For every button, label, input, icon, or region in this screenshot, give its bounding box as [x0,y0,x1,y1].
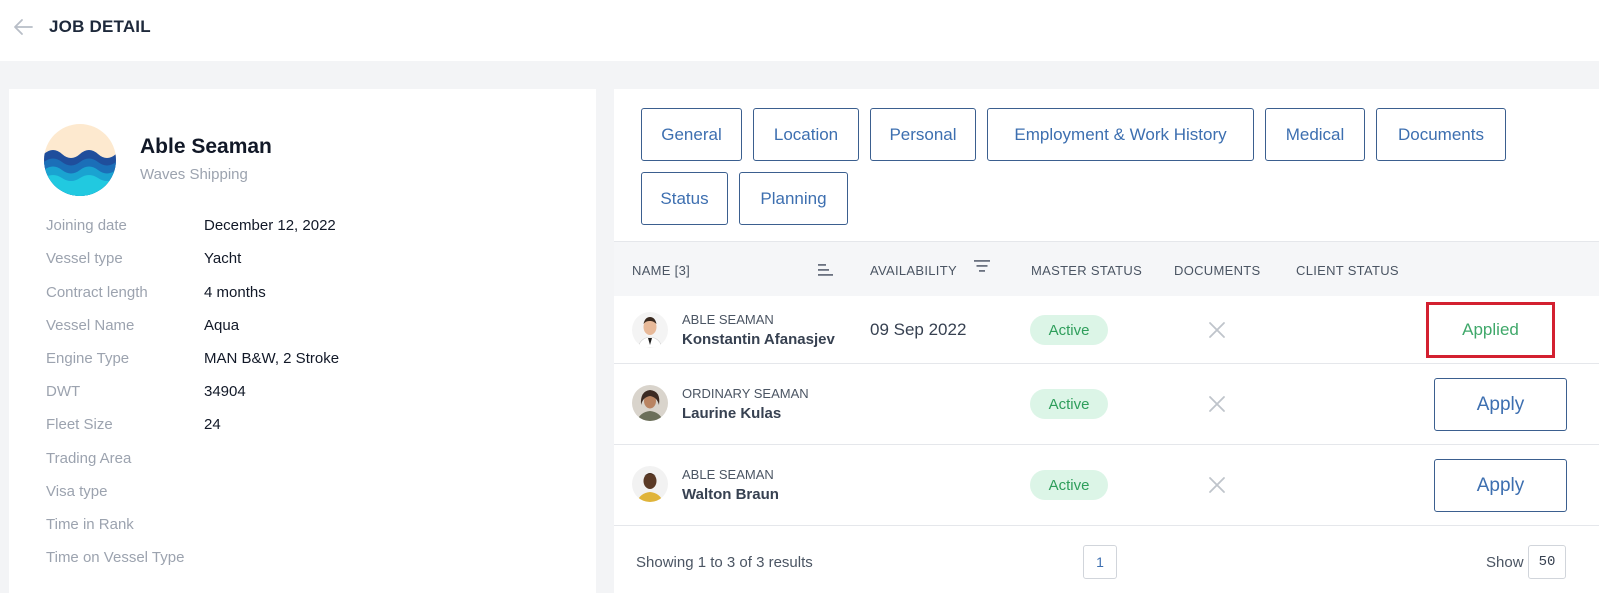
back-arrow-icon[interactable] [12,16,34,38]
detail-row-vessel-name: Vessel Name Aqua [46,317,586,339]
detail-row-time-in-rank: Time in Rank [46,516,586,538]
apply-button[interactable]: Apply [1434,378,1567,431]
detail-row-trading-area: Trading Area [46,450,586,472]
detail-value: Yacht [204,250,242,267]
column-header-master-status[interactable]: MASTER STATUS [1031,263,1142,278]
detail-label: Time in Rank [46,516,134,533]
filter-lines-icon[interactable] [973,258,991,274]
detail-row-dwt: DWT 34904 [46,383,586,405]
detail-label: DWT [46,383,81,400]
applied-status: Applied [1426,302,1555,358]
detail-row-vessel-type: Vessel type Yacht [46,250,586,272]
crew-name[interactable]: Laurine Kulas [682,405,781,422]
candidates-card: General Location Personal Employment & W… [614,89,1599,593]
status-badge: Active [1030,389,1108,419]
column-header-availability[interactable]: AVAILABILITY [870,263,957,278]
close-icon[interactable] [1208,395,1226,413]
company-name: Waves Shipping [140,166,248,183]
detail-row-joining-date: Joining date December 12, 2022 [46,217,586,239]
apply-button[interactable]: Apply [1434,459,1567,512]
availability-date: 09 Sep 2022 [870,320,967,339]
company-logo-icon [44,124,116,196]
results-summary: Showing 1 to 3 of 3 results [636,554,813,571]
avatar [632,312,668,348]
job-title: Able Seaman [140,135,272,158]
page-size-label: Show [1486,554,1524,571]
tab-planning[interactable]: Planning [739,172,848,225]
detail-label: Vessel Name [46,317,135,334]
detail-value: Aqua [204,317,240,334]
tab-personal[interactable]: Personal [870,108,976,161]
crew-rank: ABLE SEAMAN [682,312,774,327]
crew-rank: ABLE SEAMAN [682,467,774,482]
detail-value: December 12, 2022 [204,217,336,234]
job-summary-card: Able Seaman Waves Shipping Joining date … [9,89,596,593]
detail-row-visa-type: Visa type [46,483,586,505]
tab-employment-work-history[interactable]: Employment & Work History [987,108,1254,161]
tab-medical[interactable]: Medical [1265,108,1365,161]
avatar [632,385,668,421]
detail-label: Trading Area [46,450,132,467]
column-header-name[interactable]: NAME [3] [632,263,690,278]
status-badge: Active [1030,470,1108,500]
crew-name[interactable]: Konstantin Afanasjev [682,331,835,348]
table-row[interactable]: ORDINARY SEAMAN Laurine Kulas Active App… [614,364,1599,445]
detail-label: Visa type [46,483,108,500]
detail-row-fleet-size: Fleet Size 24 [46,416,586,438]
page-title: JOB DETAIL [49,17,151,36]
column-header-documents[interactable]: DOCUMENTS [1174,263,1260,278]
detail-label: Contract length [46,284,148,301]
detail-row-time-on-vessel-type: Time on Vessel Type [46,549,586,571]
close-icon[interactable] [1208,476,1226,494]
page-size-select[interactable]: 50 [1528,545,1566,579]
table-header: NAME [3] AVAILABILITY MASTER STATUS DOCU… [614,241,1599,296]
detail-row-contract-length: Contract length 4 months [46,284,586,306]
detail-label: Fleet Size [46,416,113,433]
tab-status[interactable]: Status [641,172,728,225]
detail-value: 4 months [204,284,266,301]
detail-value: 24 [204,416,221,433]
detail-value: MAN B&W, 2 Stroke [204,350,340,367]
detail-label: Joining date [46,217,127,234]
sort-lines-icon[interactable] [817,262,835,278]
crew-rank: ORDINARY SEAMAN [682,386,809,401]
detail-row-engine-type: Engine Type MAN B&W, 2 Stroke [46,350,586,372]
crew-name[interactable]: Walton Braun [682,486,779,503]
top-bar: JOB DETAIL [0,0,1599,61]
detail-value: 34904 [204,383,246,400]
detail-label: Engine Type [46,350,130,367]
column-header-client-status[interactable]: CLIENT STATUS [1296,263,1399,278]
table-row[interactable]: ABLE SEAMAN Konstantin Afanasjev 09 Sep … [614,296,1599,364]
tab-documents[interactable]: Documents [1376,108,1506,161]
close-icon[interactable] [1208,321,1226,339]
detail-label: Vessel type [46,250,123,267]
table-row[interactable]: ABLE SEAMAN Walton Braun Active Apply [614,445,1599,526]
tab-location[interactable]: Location [753,108,859,161]
status-badge: Active [1030,315,1108,345]
detail-label: Time on Vessel Type [46,549,185,566]
pagination-page-1[interactable]: 1 [1083,545,1117,579]
avatar [632,466,668,502]
tab-general[interactable]: General [641,108,742,161]
